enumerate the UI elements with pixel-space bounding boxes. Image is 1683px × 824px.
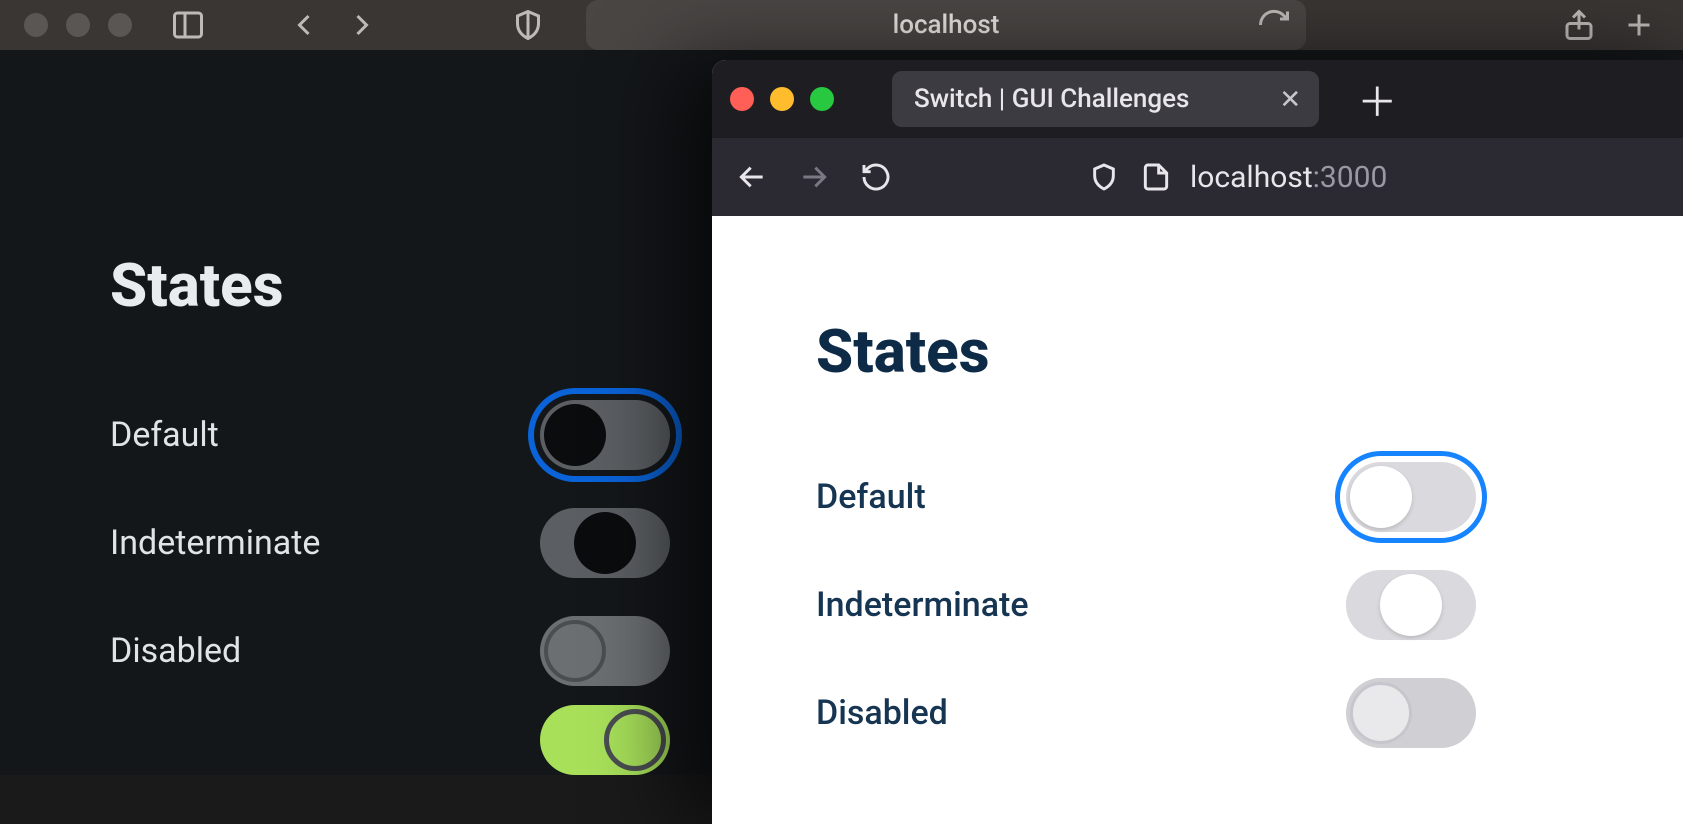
sidebar-toggle-icon[interactable]: [168, 5, 208, 45]
safari-url-label: localhost: [893, 10, 1000, 40]
traffic-light-zoom-icon[interactable]: [108, 13, 132, 37]
switch-states-list: Default Indeterminate Disabled: [816, 443, 1476, 767]
switch-label: Disabled: [816, 693, 948, 733]
page-title: States: [816, 316, 1683, 387]
safari-address-bar[interactable]: localhost: [586, 0, 1306, 50]
switch-label: Default: [816, 477, 926, 517]
privacy-shield-icon[interactable]: [1086, 159, 1122, 195]
switch-row-disabled: Disabled: [110, 597, 670, 705]
browser-tab[interactable]: Switch | GUI Challenges ✕: [892, 71, 1319, 127]
reload-icon[interactable]: [1254, 5, 1294, 45]
url-port: :3000: [1313, 160, 1388, 195]
url-host: localhost: [1190, 160, 1313, 195]
switch-default[interactable]: [1346, 462, 1476, 532]
traffic-light-minimize-icon[interactable]: [770, 87, 794, 111]
traffic-light-close-icon[interactable]: [730, 87, 754, 111]
switch-indeterminate[interactable]: [1346, 570, 1476, 640]
forward-icon[interactable]: [342, 5, 382, 45]
switch-thumb: [544, 620, 606, 682]
switch-thumb: [574, 512, 636, 574]
new-tab-button[interactable]: ＋: [1357, 70, 1397, 128]
back-icon[interactable]: [734, 159, 770, 195]
firefox-address-bar[interactable]: localhost:3000: [1086, 159, 1387, 195]
traffic-light-close-icon[interactable]: [24, 13, 48, 37]
back-icon[interactable]: [284, 5, 324, 45]
switch-states-list: Default Indeterminate Disabled: [110, 381, 670, 775]
switch-indeterminate[interactable]: [540, 508, 670, 578]
switch-row-default: Default: [816, 443, 1476, 551]
firefox-toolbar: localhost:3000: [712, 138, 1683, 216]
switch-label: Indeterminate: [110, 523, 320, 563]
firefox-tabbar: Switch | GUI Challenges ✕ ＋: [712, 60, 1683, 138]
safari-toolbar: localhost: [0, 0, 1683, 50]
site-info-icon[interactable]: [1138, 159, 1174, 195]
forward-icon[interactable]: [796, 159, 832, 195]
switch-row-indeterminate: Indeterminate: [110, 489, 670, 597]
switch-disabled-checked: [540, 705, 670, 775]
privacy-shield-icon[interactable]: [508, 5, 548, 45]
new-tab-icon[interactable]: [1619, 5, 1659, 45]
url-text: localhost:3000: [1190, 160, 1387, 195]
switch-row-default: Default: [110, 381, 670, 489]
switch-thumb: [1350, 682, 1412, 744]
reload-icon[interactable]: [858, 159, 894, 195]
tab-title: Switch | GUI Challenges: [914, 84, 1189, 114]
firefox-window: Switch | GUI Challenges ✕ ＋ localhost:30…: [712, 60, 1683, 824]
switch-thumb: [1380, 574, 1442, 636]
switch-label: Indeterminate: [816, 585, 1029, 625]
switch-label: Default: [110, 415, 219, 455]
safari-traffic-lights: [24, 13, 132, 37]
switch-row-indeterminate: Indeterminate: [816, 551, 1476, 659]
switch-disabled: [1346, 678, 1476, 748]
firefox-traffic-lights: [730, 87, 834, 111]
traffic-light-zoom-icon[interactable]: [810, 87, 834, 111]
switch-disabled: [540, 616, 670, 686]
firefox-page-content: States Default Indeterminate Disabled: [712, 216, 1683, 824]
share-icon[interactable]: [1559, 5, 1599, 45]
switch-row-disabled-checked: [110, 705, 670, 775]
close-tab-icon[interactable]: ✕: [1279, 84, 1301, 115]
switch-row-disabled: Disabled: [816, 659, 1476, 767]
switch-thumb: [544, 404, 606, 466]
switch-thumb: [604, 709, 666, 771]
switch-label: Disabled: [110, 631, 241, 671]
traffic-light-minimize-icon[interactable]: [66, 13, 90, 37]
switch-thumb: [1350, 466, 1412, 528]
switch-default[interactable]: [540, 400, 670, 470]
